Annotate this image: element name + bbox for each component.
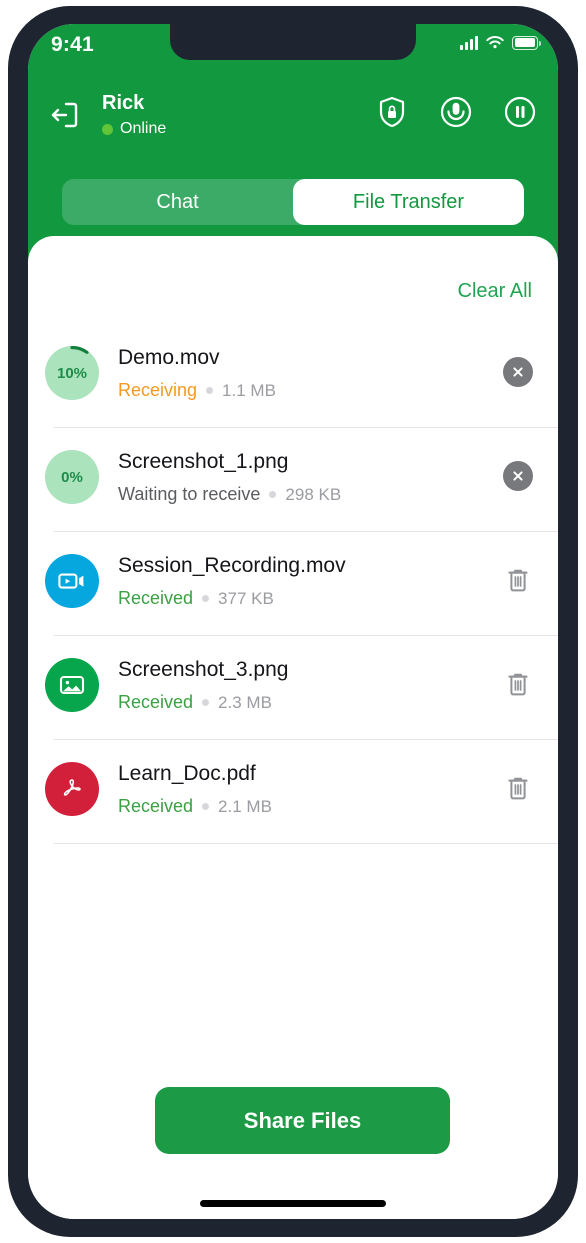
phone-screenshot-root: 9:41 Rick Online Chat File Transfer Clea…	[0, 0, 586, 1243]
microphone-icon[interactable]	[438, 94, 474, 130]
home-indicator	[200, 1200, 386, 1207]
file-status: Waiting to receive	[118, 484, 261, 504]
peer-name: Rick	[102, 92, 145, 114]
table-row[interactable]: 0% Screenshot_1.png Waiting to receive 2…	[28, 428, 558, 532]
exit-session-icon[interactable]	[46, 96, 84, 134]
pdf-file-icon	[45, 762, 99, 816]
session-header: Rick Online	[28, 86, 558, 148]
meta-separator-dot	[269, 491, 277, 498]
file-meta: Received 377 KB	[118, 588, 274, 609]
file-meta: Received 2.1 MB	[118, 796, 272, 817]
shield-lock-icon[interactable]	[374, 94, 410, 130]
file-status: Received	[118, 692, 194, 712]
progress-arc	[45, 346, 99, 400]
progress-ring-icon: 0%	[45, 450, 99, 504]
signal-bars-icon	[460, 35, 478, 50]
cancel-close-icon[interactable]	[498, 352, 538, 392]
tab-file-transfer[interactable]: File Transfer	[293, 179, 524, 225]
file-name: Screenshot_1.png	[118, 450, 289, 473]
phone-frame: 9:41 Rick Online Chat File Transfer Clea…	[8, 6, 578, 1237]
file-size: 2.1 MB	[218, 796, 272, 816]
status-bar: 9:41	[28, 24, 558, 70]
peer-status: Online	[102, 120, 166, 138]
clear-all-button[interactable]: Clear All	[458, 280, 532, 303]
file-status: Received	[118, 588, 194, 608]
delete-trash-icon[interactable]	[498, 560, 538, 600]
delete-trash-icon[interactable]	[498, 664, 538, 704]
meta-separator-dot	[202, 803, 210, 810]
meta-separator-dot	[206, 387, 214, 394]
tab-chat[interactable]: Chat	[62, 179, 293, 225]
file-name: Demo.mov	[118, 346, 220, 369]
progress-ring-icon: 10%	[45, 346, 99, 400]
file-size: 2.3 MB	[218, 692, 272, 712]
file-size: 1.1 MB	[222, 380, 276, 400]
phone-screen: 9:41 Rick Online Chat File Transfer Clea…	[28, 24, 558, 1219]
file-transfer-list: 10% Demo.mov Receiving 1.1 MB 0% Screens…	[28, 324, 558, 844]
file-name: Session_Recording.mov	[118, 554, 346, 577]
delete-trash-icon[interactable]	[498, 768, 538, 808]
pause-icon[interactable]	[502, 94, 538, 130]
file-size: 377 KB	[218, 588, 274, 608]
table-row[interactable]: 10% Demo.mov Receiving 1.1 MB	[28, 324, 558, 428]
battery-full-icon	[512, 35, 541, 50]
progress-percent-label: 0%	[61, 468, 83, 486]
wifi-icon	[486, 36, 504, 49]
file-meta: Waiting to receive 298 KB	[118, 484, 341, 505]
peer-status-label: Online	[120, 120, 167, 137]
cancel-close-icon[interactable]	[498, 456, 538, 496]
file-status: Received	[118, 796, 194, 816]
file-transfer-panel: Clear All 10% Demo.mov Receiving 1.1 MB …	[28, 236, 558, 1219]
share-files-button[interactable]: Share Files	[155, 1087, 450, 1154]
image-file-icon	[45, 658, 99, 712]
table-row[interactable]: Session_Recording.mov Received 377 KB	[28, 532, 558, 636]
meta-separator-dot	[202, 595, 210, 602]
file-status: Receiving	[118, 380, 198, 400]
header-action-group	[374, 94, 538, 130]
file-size: 298 KB	[285, 484, 342, 504]
mode-tab-bar: Chat File Transfer	[62, 179, 524, 225]
status-bar-time: 9:41	[51, 33, 94, 56]
file-name: Screenshot_3.png	[118, 658, 289, 681]
table-row[interactable]: Learn_Doc.pdf Received 2.1 MB	[28, 740, 558, 844]
video-file-icon	[45, 554, 99, 608]
meta-separator-dot	[202, 699, 210, 706]
file-name: Learn_Doc.pdf	[118, 762, 256, 785]
file-meta: Receiving 1.1 MB	[118, 380, 276, 401]
table-row[interactable]: Screenshot_3.png Received 2.3 MB	[28, 636, 558, 740]
file-meta: Received 2.3 MB	[118, 692, 272, 713]
status-bar-icons	[460, 35, 541, 50]
online-status-dot	[102, 123, 113, 135]
